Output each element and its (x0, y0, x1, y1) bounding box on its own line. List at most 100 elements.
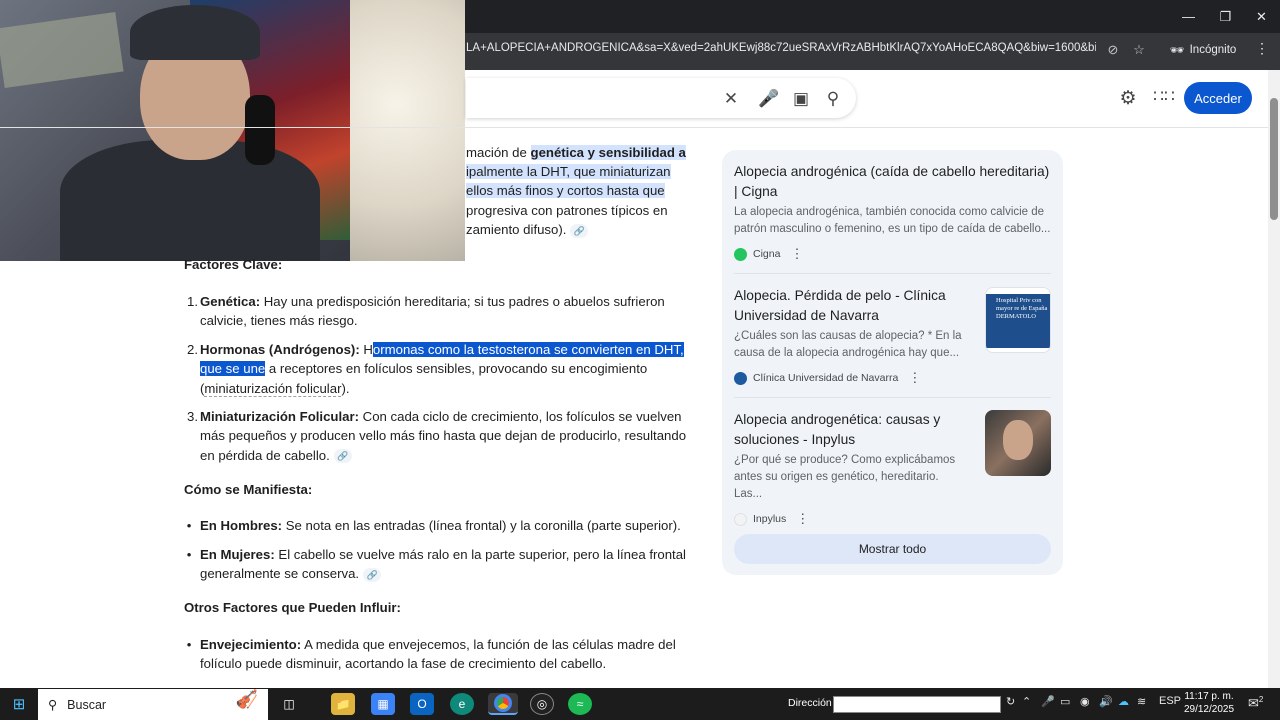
source-card-navarra[interactable]: Alopecia. Pérdida de pelo - Clínica Univ… (734, 286, 969, 386)
item-text: ). (341, 380, 350, 396)
card-title[interactable]: Alopecia androgénica (caída de cabello h… (734, 162, 1051, 201)
intro-line-1: mación de genética y sensibilidad a (466, 145, 691, 160)
term-link[interactable]: miniaturización folicular (204, 380, 342, 397)
restore-button[interactable]: ❐ (1207, 0, 1244, 33)
list-item-mujeres: • En Mujeres: El cabello se vuelve más r… (184, 545, 689, 584)
list-item-envejecimiento: • Envejecimiento: A medida que envejecem… (184, 635, 689, 674)
refresh-icon[interactable]: ↻ (1006, 695, 1015, 708)
clock[interactable]: 11:17 p. m. 29/12/2025 (1180, 690, 1238, 716)
spotify-icon[interactable]: ≈ (568, 693, 592, 715)
incognito-label: Incógnito (1189, 44, 1237, 56)
language-indicator[interactable]: ESP (1159, 695, 1181, 707)
card-divider (734, 273, 1051, 274)
microphone-tray-icon[interactable]: 🎤 (1041, 695, 1055, 708)
item-text: Hay una predisposición hereditaria; si t… (200, 294, 665, 329)
clock-time: 11:17 p. m. (1184, 691, 1234, 702)
card-title[interactable]: Alopecia androgenética: causas y solucio… (734, 410, 969, 449)
taskbar-search-label: Buscar (67, 697, 107, 712)
tray-chevron-icon[interactable]: ⌃ (1022, 695, 1031, 708)
card-description: ¿Cuáles son las causas de alopecia? * En… (734, 330, 962, 359)
inpylus-thumbnail[interactable] (985, 410, 1051, 476)
violin-icon: 🎻 (235, 689, 258, 709)
intro-text: progresiva con patrones típicos en (466, 203, 668, 218)
list-item-hombres: • En Hombres: Se nota en las entradas (l… (184, 516, 689, 535)
star-icon[interactable]: ☆ (1129, 40, 1149, 60)
close-window-button[interactable]: ✕ (1243, 0, 1280, 33)
browser-menu-icon[interactable]: ⋮ (1255, 40, 1269, 60)
navarra-thumbnail-text: Hospital Priv con mayor re de España DER… (986, 294, 1050, 348)
card-source: Inpylus (753, 513, 787, 525)
card-title[interactable]: Alopecia. Pérdida de pelo - Clínica Univ… (734, 286, 969, 325)
person-cap (130, 5, 260, 60)
factores-heading: Factores Clave: (184, 257, 283, 272)
navarra-thumbnail[interactable]: Hospital Priv con mayor re de España DER… (985, 287, 1051, 353)
incognito-indicator[interactable]: 🕶 Incógnito (1170, 40, 1250, 60)
card-source: Cigna (753, 248, 781, 260)
webcam-tray-icon[interactable]: ◉ (1080, 695, 1090, 708)
direccion-input[interactable] (833, 696, 1001, 713)
card-divider (734, 397, 1051, 398)
more-options-icon[interactable]: ⋮ (908, 370, 921, 386)
scrollbar-thumb[interactable] (1270, 98, 1278, 220)
network-icon[interactable]: ≋ (1137, 695, 1146, 708)
settings-gear-icon[interactable]: ⚙ (1117, 87, 1139, 109)
task-view-icon[interactable]: ◫ (277, 693, 301, 715)
edge-icon[interactable]: e (450, 693, 474, 715)
link-chip-icon[interactable]: 🔗 (333, 449, 352, 464)
ms-store-icon[interactable]: ▦ (371, 693, 395, 715)
source-card-cigna[interactable]: Alopecia androgénica (caída de cabello h… (734, 162, 1051, 262)
item-label: Miniaturización Folicular: (200, 409, 359, 424)
intro-highlight: genética y sensibilidad a (530, 145, 686, 160)
search-icon[interactable]: ⚲ (822, 88, 844, 110)
onedrive-icon[interactable]: ☁ (1118, 695, 1129, 708)
list-number: 1. (187, 294, 198, 309)
intro-highlight: ipalmente la DHT, que miniaturizan (466, 164, 671, 179)
lens-search-icon[interactable]: ▣ (790, 88, 812, 110)
wall-decoration (0, 11, 124, 89)
more-options-icon[interactable]: ⋮ (790, 246, 803, 262)
otros-heading: Otros Factores que Pueden Influir: (184, 600, 401, 615)
more-options-icon[interactable]: ⋮ (796, 511, 809, 527)
minimize-button[interactable]: — (1170, 0, 1207, 33)
notification-count: 2 (1258, 695, 1264, 704)
item-label: En Mujeres: (200, 547, 275, 562)
file-explorer-icon[interactable]: 📁 (331, 693, 355, 715)
item-label: Envejecimiento: (200, 637, 302, 652)
list-number: 3. (187, 409, 198, 424)
item-text: Se nota en las entradas (línea frontal) … (282, 518, 681, 533)
item-label: En Hombres: (200, 518, 283, 533)
webcam-overlay (0, 0, 465, 261)
notifications-icon[interactable]: ✉2 (1248, 695, 1263, 711)
link-chip-icon[interactable]: 🔗 (363, 567, 382, 582)
cigna-favicon-icon (734, 247, 747, 261)
windows-start-icon[interactable]: ⊞ (7, 693, 31, 715)
direccion-label: Dirección (788, 697, 832, 709)
obs-icon[interactable]: ◎ (530, 693, 554, 715)
eye-off-icon[interactable]: ⊘ (1103, 40, 1123, 60)
volume-icon[interactable]: 🔊 (1099, 695, 1113, 708)
item-text: H (359, 342, 373, 357)
link-chip-icon[interactable]: 🔗 (570, 223, 589, 238)
manifiesta-heading: Cómo se Manifiesta: (184, 482, 313, 497)
search-icon: ⚲ (48, 698, 58, 712)
url-field[interactable]: LA+ALOPECIA+ANDROGÉNICA&sa=X&ved=2ahUKEw… (466, 42, 1096, 60)
voice-search-icon[interactable]: 🎤 (758, 88, 780, 110)
list-item-hormonas: 2. Hormonas (Andrógenos): Hormonas como … (184, 340, 689, 398)
apps-grid-icon[interactable]: ∷∷ (1153, 87, 1175, 109)
clock-date: 29/12/2025 (1183, 704, 1235, 715)
list-number: 2. (187, 342, 198, 357)
acceder-button[interactable]: Acceder (1184, 82, 1252, 114)
chrome-icon[interactable] (488, 693, 518, 715)
bullet: • (186, 518, 192, 533)
navarra-favicon-icon (734, 371, 747, 385)
clear-icon[interactable]: ✕ (720, 88, 742, 110)
display-tray-icon[interactable]: ▭ (1060, 695, 1070, 708)
card-source: Clínica Universidad de Navarra (753, 372, 899, 384)
outlook-icon[interactable]: O (410, 693, 434, 715)
intro-highlight: ellos más finos y cortos hasta que (466, 183, 665, 198)
mostrar-todo-button[interactable]: Mostrar todo (734, 534, 1051, 564)
taskbar-search[interactable]: ⚲ Buscar 🎻 (38, 689, 268, 720)
item-label: Genética: (200, 294, 261, 309)
intro-text: zamiento difuso). (466, 222, 567, 237)
source-card-inpylus[interactable]: Alopecia androgenética: causas y solucio… (734, 410, 969, 527)
